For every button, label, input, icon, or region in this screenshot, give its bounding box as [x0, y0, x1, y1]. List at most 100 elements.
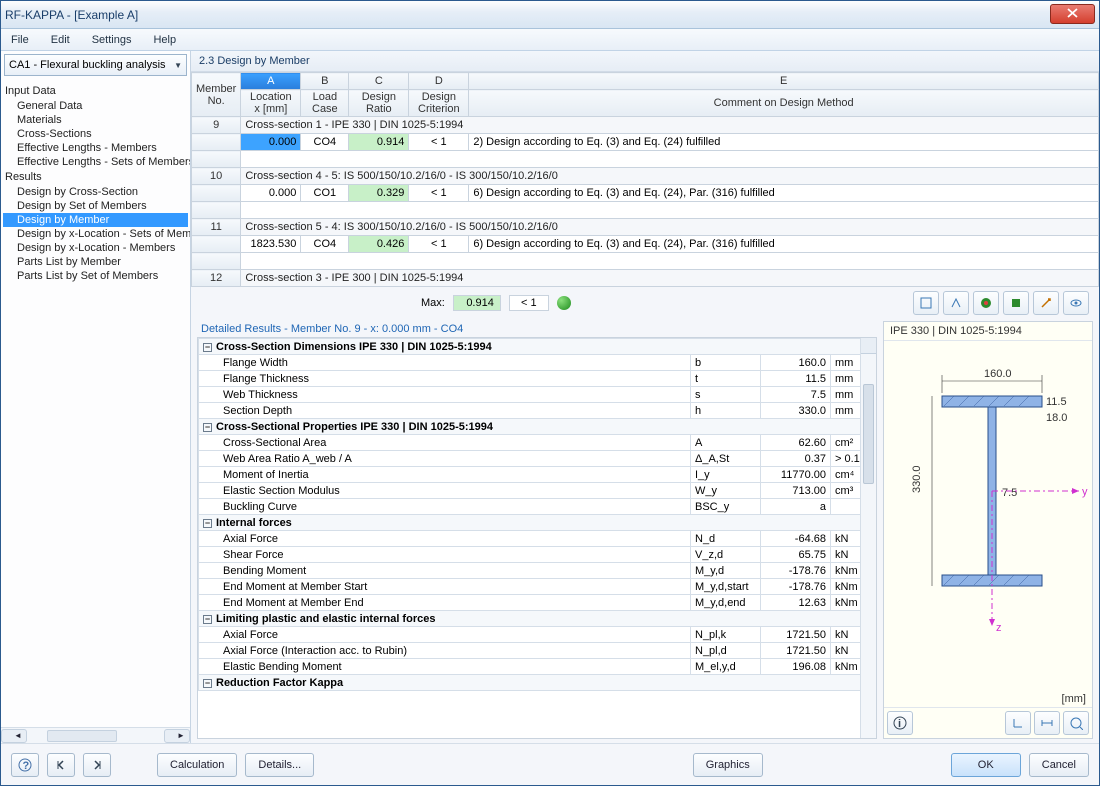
- row-hdr[interactable]: [192, 151, 241, 168]
- empty-row[interactable]: [241, 151, 1099, 168]
- cell[interactable]: 1823.530: [241, 236, 301, 253]
- row-hdr[interactable]: [192, 185, 241, 202]
- toolbar-btn-5[interactable]: [1033, 291, 1059, 315]
- cell[interactable]: 0.000: [241, 134, 301, 151]
- details-value: 196.08: [761, 659, 831, 675]
- menu-edit[interactable]: Edit: [47, 32, 74, 48]
- cell[interactable]: 0.329: [349, 185, 409, 202]
- tree-hscroll[interactable]: ◄►: [1, 727, 190, 743]
- group-row[interactable]: Cross-section 5 - 4: IS 300/150/10.2/16/…: [241, 219, 1099, 236]
- tree-design-cs[interactable]: Design by Cross-Section: [3, 185, 188, 199]
- details-label: Cross-Sectional Area: [199, 435, 691, 451]
- tree-eff-len-sets[interactable]: Effective Lengths - Sets of Members: [3, 155, 188, 169]
- row-hdr[interactable]: [192, 236, 241, 253]
- details-button[interactable]: Details...: [245, 753, 314, 777]
- details-value: 65.75: [761, 547, 831, 563]
- row-hdr[interactable]: [192, 134, 241, 151]
- tree-eff-len-members[interactable]: Effective Lengths - Members: [3, 141, 188, 155]
- toolbar-btn-2[interactable]: [943, 291, 969, 315]
- row-hdr[interactable]: [192, 202, 241, 219]
- menu-file[interactable]: File: [7, 32, 33, 48]
- row-hdr[interactable]: 12: [192, 270, 241, 287]
- group-row[interactable]: Cross-section 3 - IPE 300 | DIN 1025-5:1…: [241, 270, 1099, 287]
- results-grid[interactable]: MemberNo. A B C D E Locationx [mm] LoadC…: [191, 72, 1099, 287]
- details-value: -178.76: [761, 579, 831, 595]
- menu-help[interactable]: Help: [149, 32, 180, 48]
- cell[interactable]: 0.000: [241, 185, 301, 202]
- cell[interactable]: < 1: [409, 185, 469, 202]
- calculation-button[interactable]: Calculation: [157, 753, 237, 777]
- details-value: 1721.50: [761, 643, 831, 659]
- row-hdr[interactable]: 9: [192, 117, 241, 134]
- analysis-case-combo[interactable]: CA1 - Flexural buckling analysis ▼: [4, 54, 187, 76]
- help-button[interactable]: ?: [11, 753, 39, 777]
- cancel-button[interactable]: Cancel: [1029, 753, 1089, 777]
- prev-button[interactable]: [47, 753, 75, 777]
- cell[interactable]: 6) Design according to Eq. (3) and Eq. (…: [469, 236, 1099, 253]
- details-group[interactable]: −Cross-Sectional Properties IPE 330 | DI…: [199, 419, 876, 435]
- group-row[interactable]: Cross-section 1 - IPE 330 | DIN 1025-5:1…: [241, 117, 1099, 134]
- tree-parts-sets[interactable]: Parts List by Set of Members: [3, 269, 188, 283]
- tree-input-data[interactable]: Input Data: [3, 83, 188, 99]
- cell[interactable]: CO4: [301, 236, 349, 253]
- details-table[interactable]: −Cross-Section Dimensions IPE 330 | DIN …: [198, 338, 876, 691]
- row-hdr[interactable]: 11: [192, 219, 241, 236]
- ok-button[interactable]: OK: [951, 753, 1021, 777]
- details-label: Axial Force: [199, 531, 691, 547]
- menu-settings[interactable]: Settings: [88, 32, 136, 48]
- cs-print-button[interactable]: [1063, 711, 1089, 735]
- toolbar-btn-6[interactable]: [1063, 291, 1089, 315]
- tree-design-xloc-members[interactable]: Design by x-Location - Members: [3, 241, 188, 255]
- toolbar-btn-4[interactable]: [1003, 291, 1029, 315]
- tree-general-data[interactable]: General Data: [3, 99, 188, 113]
- cell[interactable]: < 1: [409, 134, 469, 151]
- tree-design-set[interactable]: Design by Set of Members: [3, 199, 188, 213]
- cell[interactable]: 2) Design according to Eq. (3) and Eq. (…: [469, 134, 1099, 151]
- details-scrollbar[interactable]: [860, 338, 876, 738]
- col-c[interactable]: C: [349, 73, 409, 90]
- graphics-button[interactable]: Graphics: [693, 753, 763, 777]
- next-button[interactable]: [83, 753, 111, 777]
- toolbar-btn-1[interactable]: [913, 291, 939, 315]
- tree-results[interactable]: Results: [3, 169, 188, 185]
- col-ratio[interactable]: DesignRatio: [349, 90, 409, 117]
- col-location[interactable]: Locationx [mm]: [241, 90, 301, 117]
- details-group[interactable]: −Limiting plastic and elastic internal f…: [199, 611, 876, 627]
- cell[interactable]: 0.914: [349, 134, 409, 151]
- col-criterion[interactable]: DesignCriterion: [409, 90, 469, 117]
- details-group[interactable]: −Reduction Factor Kappa: [199, 675, 876, 691]
- cs-dims-button[interactable]: [1034, 711, 1060, 735]
- empty-row[interactable]: [241, 253, 1099, 270]
- tree-cross-sections[interactable]: Cross-Sections: [3, 127, 188, 141]
- cs-info-button[interactable]: i: [887, 711, 913, 735]
- empty-row[interactable]: [241, 202, 1099, 219]
- group-row[interactable]: Cross-section 4 - 5: IS 500/150/10.2/16/…: [241, 168, 1099, 185]
- details-value: a: [761, 499, 831, 515]
- cell[interactable]: < 1: [409, 236, 469, 253]
- cell[interactable]: 0.426: [349, 236, 409, 253]
- row-hdr[interactable]: 10: [192, 168, 241, 185]
- col-loadcase[interactable]: LoadCase: [301, 90, 349, 117]
- col-e[interactable]: E: [469, 73, 1099, 90]
- details-symbol: A: [691, 435, 761, 451]
- tree-parts-member[interactable]: Parts List by Member: [3, 255, 188, 269]
- col-member-no[interactable]: MemberNo.: [192, 73, 241, 117]
- tree-design-member[interactable]: Design by Member: [3, 213, 188, 227]
- max-criterion: < 1: [509, 295, 549, 311]
- row-hdr[interactable]: [192, 253, 241, 270]
- tree-materials[interactable]: Materials: [3, 113, 188, 127]
- details-group[interactable]: −Cross-Section Dimensions IPE 330 | DIN …: [199, 339, 876, 355]
- details-value: -178.76: [761, 563, 831, 579]
- cell[interactable]: 6) Design according to Eq. (3) and Eq. (…: [469, 185, 1099, 202]
- details-group[interactable]: −Internal forces: [199, 515, 876, 531]
- cell[interactable]: CO4: [301, 134, 349, 151]
- col-a[interactable]: A: [241, 73, 301, 90]
- toolbar-btn-3[interactable]: [973, 291, 999, 315]
- col-d[interactable]: D: [409, 73, 469, 90]
- tree-design-xloc-sets[interactable]: Design by x-Location - Sets of Members: [3, 227, 188, 241]
- col-comment[interactable]: Comment on Design Method: [469, 90, 1099, 117]
- cs-axes-button[interactable]: [1005, 711, 1031, 735]
- close-button[interactable]: [1050, 4, 1095, 24]
- cell[interactable]: CO1: [301, 185, 349, 202]
- col-b[interactable]: B: [301, 73, 349, 90]
